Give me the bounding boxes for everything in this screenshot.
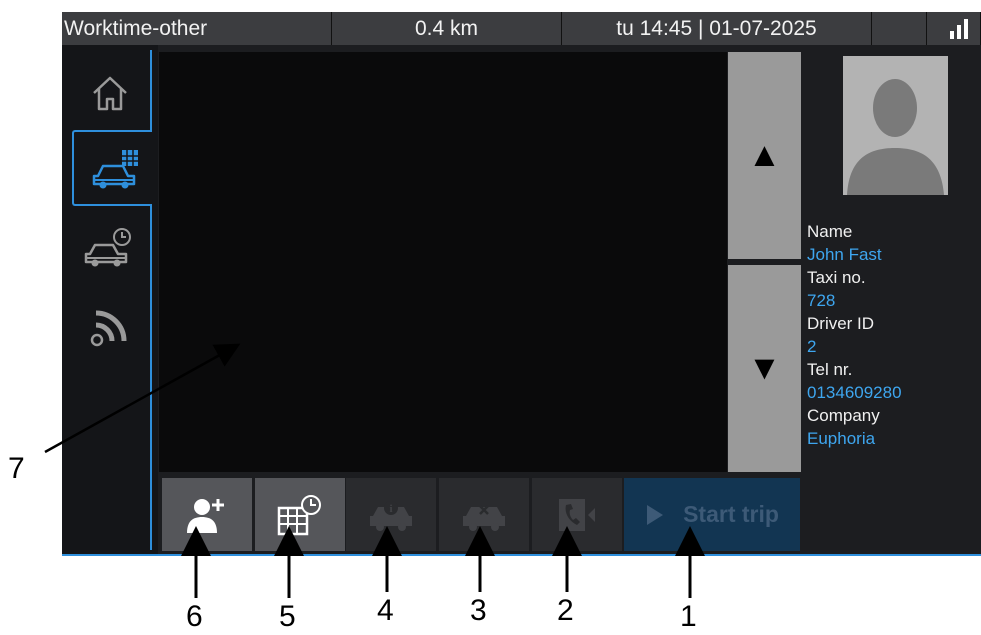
callout-arrow-7 bbox=[44, 343, 241, 454]
callout-1: 1 bbox=[680, 600, 697, 633]
callout-4: 4 bbox=[377, 594, 394, 627]
callout-3: 3 bbox=[470, 594, 487, 627]
callout-7: 7 bbox=[8, 452, 25, 485]
callout-5: 5 bbox=[279, 600, 296, 633]
callout-2: 2 bbox=[557, 594, 574, 627]
callout-6: 6 bbox=[186, 600, 203, 633]
callout-arrows bbox=[44, 343, 705, 598]
